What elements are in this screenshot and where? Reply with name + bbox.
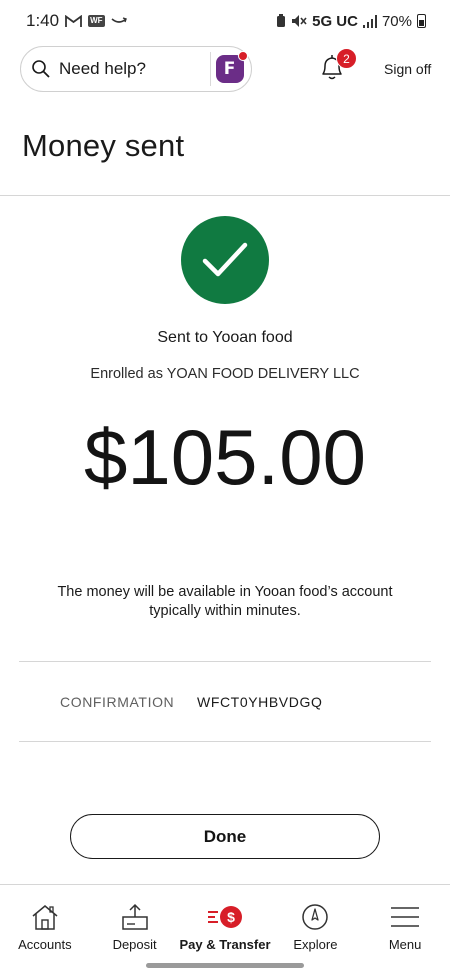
confirmation-code: WFCT0YHBVDGQ — [197, 694, 323, 710]
nav-pay-transfer-label: Pay & Transfer — [179, 937, 271, 952]
battery-percent: 70% — [381, 12, 412, 30]
fargo-icon: F — [215, 51, 248, 83]
title-divider — [0, 195, 450, 196]
confirmation-divider-bottom — [19, 741, 431, 742]
pay-lines-icon — [207, 911, 218, 923]
sign-off-link[interactable]: Sign off — [384, 61, 431, 77]
signal-icon — [362, 14, 377, 28]
battery-saver-icon — [276, 14, 286, 28]
fargo-assistant-button[interactable]: F — [210, 51, 248, 86]
nav-explore-label: Explore — [293, 937, 338, 952]
search-icon — [31, 59, 51, 79]
gmail-icon — [65, 14, 82, 28]
status-right: 5G UC 70% — [276, 13, 426, 30]
nav-menu[interactable]: Menu — [360, 885, 450, 954]
success-check-icon — [181, 216, 269, 304]
menu-icon — [390, 903, 420, 931]
compass-icon — [301, 903, 329, 931]
availability-message: The money will be available in Yooan foo… — [57, 584, 393, 619]
nav-accounts[interactable]: Accounts — [0, 885, 90, 954]
fargo-status-dot — [237, 51, 248, 61]
status-time: 1:40 — [26, 11, 60, 30]
search-placeholder: Need help? — [59, 59, 146, 78]
nav-deposit-label: Deposit — [112, 937, 157, 952]
nav-deposit[interactable]: Deposit — [90, 885, 180, 954]
nav-menu-label: Menu — [388, 937, 422, 952]
amazon-icon — [111, 17, 127, 25]
deposit-icon — [120, 903, 150, 931]
bottom-nav: Accounts Deposit $ Pay & Transfer Explor… — [0, 884, 450, 954]
bell-icon — [318, 55, 346, 86]
confirmation-label: CONFIRMATION — [60, 694, 175, 710]
nav-pay-transfer[interactable]: $ Pay & Transfer — [179, 885, 271, 954]
enrolled-as-text: Enrolled as YOAN FOOD DELIVERY LLC — [90, 366, 360, 382]
home-indicator[interactable] — [146, 963, 304, 968]
confirmation-divider-top — [19, 661, 431, 662]
help-search-bar[interactable]: Need help? F — [20, 46, 252, 92]
pay-transfer-icon: $ — [207, 903, 242, 931]
notification-count-badge: 2 — [336, 48, 357, 69]
status-bar: 1:40 WF 5G UC 70% — [0, 0, 450, 42]
wells-fargo-notification-icon: WF — [88, 15, 105, 27]
recipient-text: Sent to Yooan food — [157, 329, 293, 346]
nav-accounts-label: Accounts — [18, 937, 72, 952]
nav-explore[interactable]: Explore — [271, 885, 361, 954]
page-title: Money sent — [22, 128, 185, 163]
dollar-icon: $ — [219, 906, 242, 928]
top-bar: Need help? F 2 Sign off — [0, 46, 450, 94]
battery-icon — [417, 14, 426, 28]
home-icon — [30, 903, 60, 931]
network-type: 5G UC — [312, 12, 358, 30]
done-button[interactable]: Done — [70, 814, 380, 859]
mute-icon — [291, 14, 307, 28]
amount-sent: $105.00 — [84, 413, 366, 501]
notifications-button[interactable]: 2 — [318, 48, 357, 86]
status-left: 1:40 WF — [26, 11, 127, 31]
